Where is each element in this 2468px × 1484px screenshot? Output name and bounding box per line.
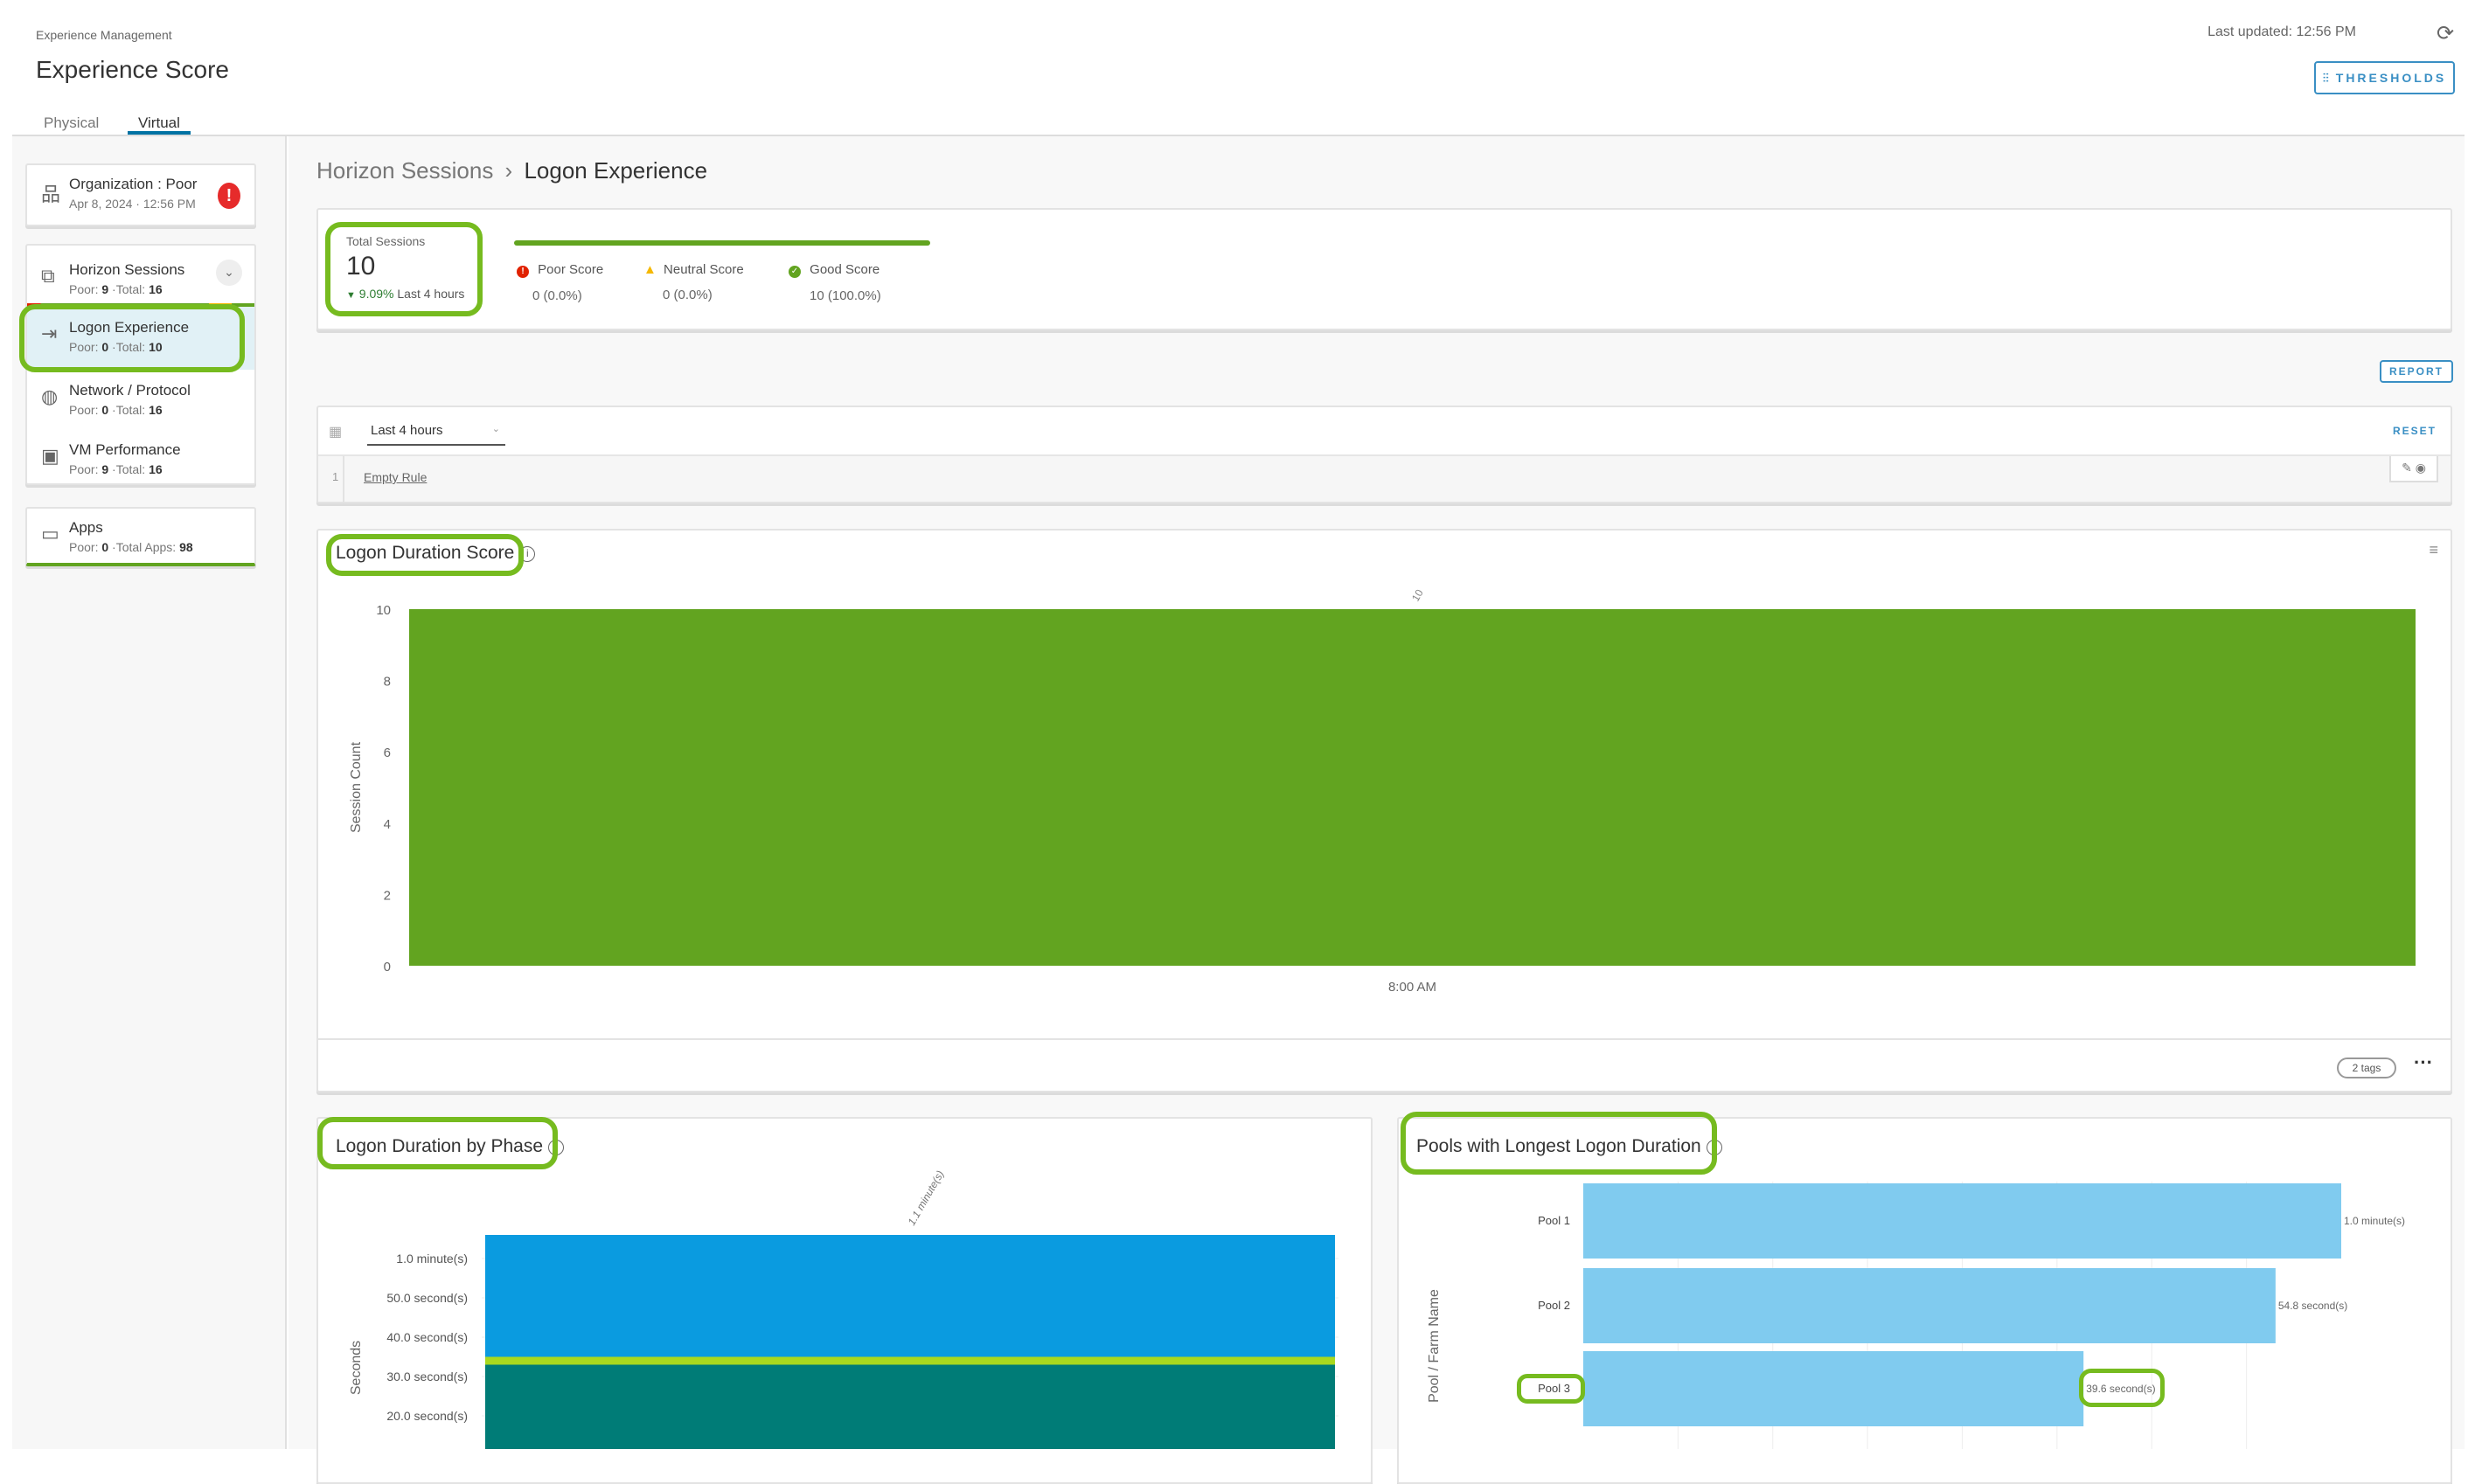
data-label: 10 <box>1409 587 1426 604</box>
y-axis-label: Session Count <box>349 741 364 833</box>
y-tick-label: 10 <box>376 603 391 618</box>
y-tick-label: 40.0 second(s) <box>386 1330 468 1344</box>
y-tick-label: 30.0 second(s) <box>386 1370 468 1383</box>
bar <box>1583 1351 2084 1426</box>
y-tick-label: 6 <box>384 745 391 760</box>
bar <box>1583 1268 2276 1343</box>
category-label: Pool 1 <box>1538 1214 1570 1227</box>
data-label: 1.0 minute(s) <box>2344 1215 2405 1227</box>
y-axis-label: Seconds <box>349 1341 364 1395</box>
charts-layer: 0 2 4 6 8 10 Session Count 8:00 AM 10 20.0 second… <box>349 587 2416 1449</box>
stack-segment <box>485 1364 1335 1449</box>
stack-segment <box>485 1235 1335 1357</box>
stack-segment <box>485 1356 1335 1365</box>
y-axis-label: Pool / Farm Name <box>1427 1289 1442 1403</box>
y-tick-label: 2 <box>384 888 391 903</box>
y-tick-label: 1.0 minute(s) <box>396 1252 468 1266</box>
category-label: Pool 3 <box>1538 1382 1570 1395</box>
bar <box>1583 1183 2341 1259</box>
data-label: 54.8 second(s) <box>2278 1300 2347 1312</box>
data-label: 39.6 second(s) <box>2086 1383 2155 1395</box>
category-label: Pool 2 <box>1538 1299 1570 1312</box>
y-tick-label: 4 <box>384 817 391 832</box>
y-tick-label: 50.0 second(s) <box>386 1291 468 1305</box>
y-tick-label: 8 <box>384 675 391 690</box>
bar <box>409 609 2416 966</box>
total-label: 1.1 minute(s) <box>905 1168 946 1228</box>
x-tick-label: 8:00 AM <box>1388 980 1436 995</box>
y-tick-label: 0 <box>384 960 391 974</box>
y-tick-label: 20.0 second(s) <box>386 1409 468 1423</box>
